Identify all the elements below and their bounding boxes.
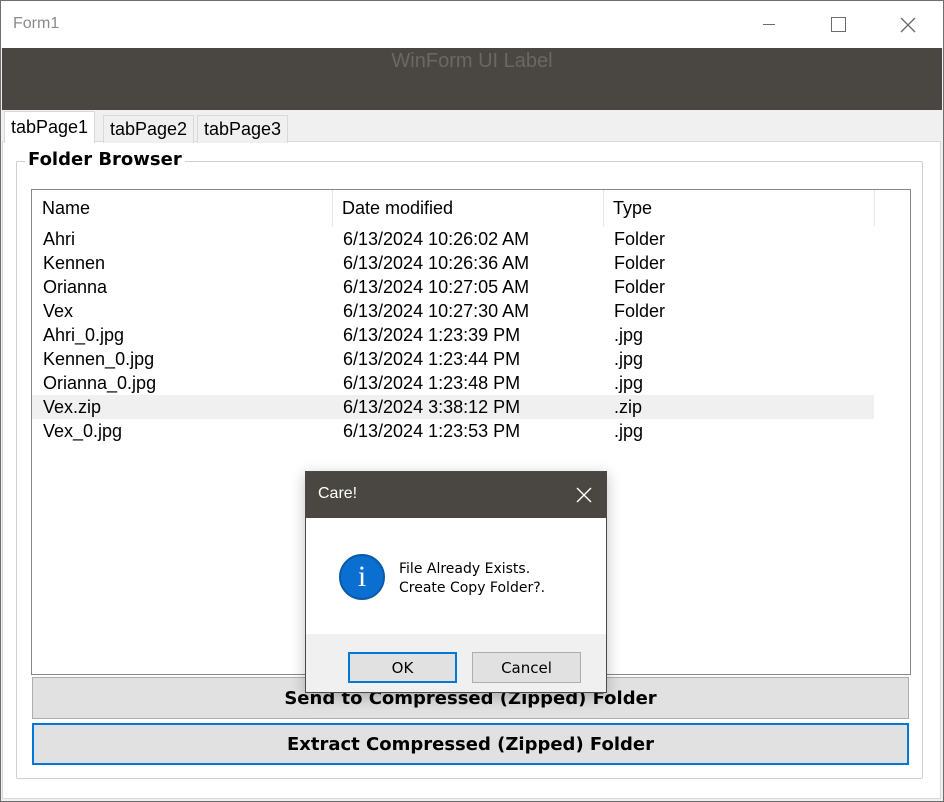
close-icon [900, 17, 916, 32]
cell-name: Kennen [43, 253, 106, 273]
cell-name: Orianna [43, 277, 108, 297]
cell-date: 6/13/2024 10:26:02 AM [343, 229, 530, 249]
ok-button[interactable]: OK [348, 652, 457, 683]
window-title: Form1 [13, 15, 60, 32]
table-row[interactable]: Ahri_0.jpg 6/13/2024 1:23:39 PM .jpg [32, 323, 874, 347]
dialog-message: File Already Exists. Create Copy Folder?… [399, 560, 545, 598]
message-dialog: Care! i File Already Exists. Create Copy… [305, 471, 607, 693]
cell-type: .zip [614, 397, 643, 417]
tab-page1[interactable]: tabPage1 [4, 111, 96, 143]
extract-button[interactable]: Extract Compressed (Zipped) Folder [32, 723, 909, 765]
cell-type: .jpg [614, 373, 644, 393]
cell-type: Folder [614, 277, 666, 297]
dialog-message-line1: File Already Exists. [399, 561, 531, 577]
dialog-title: Care! [318, 485, 358, 502]
cell-type: .jpg [614, 325, 644, 345]
title-bar[interactable]: Form1 [1, 1, 943, 48]
close-icon [576, 487, 592, 503]
close-button[interactable] [873, 1, 943, 48]
column-header-name[interactable]: Name [32, 190, 332, 226]
table-row[interactable]: Ahri 6/13/2024 10:26:02 AM Folder [32, 227, 874, 251]
banner-label: WinForm UI Label [391, 50, 553, 72]
info-icon: i [339, 554, 385, 600]
main-window: Form1 WinForm UI Label tabPage1 tabPage2… [0, 0, 944, 802]
table-row[interactable]: Kennen 6/13/2024 10:26:36 AM Folder [32, 251, 874, 275]
table-row-selected[interactable]: Vex.zip 6/13/2024 3:38:12 PM .zip [32, 395, 874, 419]
cell-date: 6/13/2024 3:38:12 PM [343, 397, 521, 417]
dialog-message-line2: Create Copy Folder?. [399, 580, 546, 596]
cell-date: 6/13/2024 1:23:53 PM [343, 421, 521, 441]
dialog-title-bar[interactable]: Care! [306, 472, 606, 518]
maximize-icon [830, 17, 846, 32]
minimize-button[interactable] [734, 1, 804, 48]
cell-type: .jpg [614, 349, 644, 369]
cancel-button[interactable]: Cancel [472, 652, 581, 683]
column-header-type[interactable]: Type [603, 190, 874, 226]
tab-page3[interactable]: tabPage3 [197, 115, 289, 143]
table-row[interactable]: Vex 6/13/2024 10:27:30 AM Folder [32, 299, 874, 323]
cell-date: 6/13/2024 1:23:44 PM [343, 349, 521, 369]
column-separator[interactable] [874, 190, 875, 226]
cell-name: Ahri_0.jpg [43, 325, 125, 345]
cell-date: 6/13/2024 10:27:30 AM [343, 301, 530, 321]
table-row[interactable]: Vex_0.jpg 6/13/2024 1:23:53 PM .jpg [32, 419, 874, 443]
list-header: Name Date modified Type [32, 190, 910, 226]
cell-date: 6/13/2024 10:26:36 AM [343, 253, 530, 273]
cell-type: Folder [614, 229, 666, 249]
dialog-close-button[interactable] [572, 483, 596, 507]
cell-date: 6/13/2024 1:23:39 PM [343, 325, 521, 345]
cell-type: Folder [614, 253, 666, 273]
cell-type: Folder [614, 301, 666, 321]
cell-name: Vex.zip [43, 397, 102, 417]
table-row[interactable]: Orianna_0.jpg 6/13/2024 1:23:48 PM .jpg [32, 371, 874, 395]
column-header-date[interactable]: Date modified [332, 190, 603, 226]
group-title: Folder Browser [25, 149, 185, 170]
tab-page2[interactable]: tabPage2 [103, 115, 195, 143]
cell-name: Vex [43, 301, 74, 321]
cell-date: 6/13/2024 1:23:48 PM [343, 373, 521, 393]
cell-date: 6/13/2024 10:27:05 AM [343, 277, 530, 297]
dialog-body: i File Already Exists. Create Copy Folde… [306, 518, 606, 634]
banner: WinForm UI Label [2, 48, 942, 110]
cell-name: Kennen_0.jpg [43, 349, 155, 369]
table-row[interactable]: Orianna 6/13/2024 10:27:05 AM Folder [32, 275, 874, 299]
table-row[interactable]: Kennen_0.jpg 6/13/2024 1:23:44 PM .jpg [32, 347, 874, 371]
cell-name: Ahri [43, 229, 76, 249]
cell-name: Vex_0.jpg [43, 421, 123, 441]
dialog-footer: OK Cancel [306, 634, 606, 692]
maximize-button[interactable] [803, 1, 873, 48]
minimize-icon [763, 24, 775, 25]
cell-name: Orianna_0.jpg [43, 373, 157, 393]
cell-type: .jpg [614, 421, 644, 441]
